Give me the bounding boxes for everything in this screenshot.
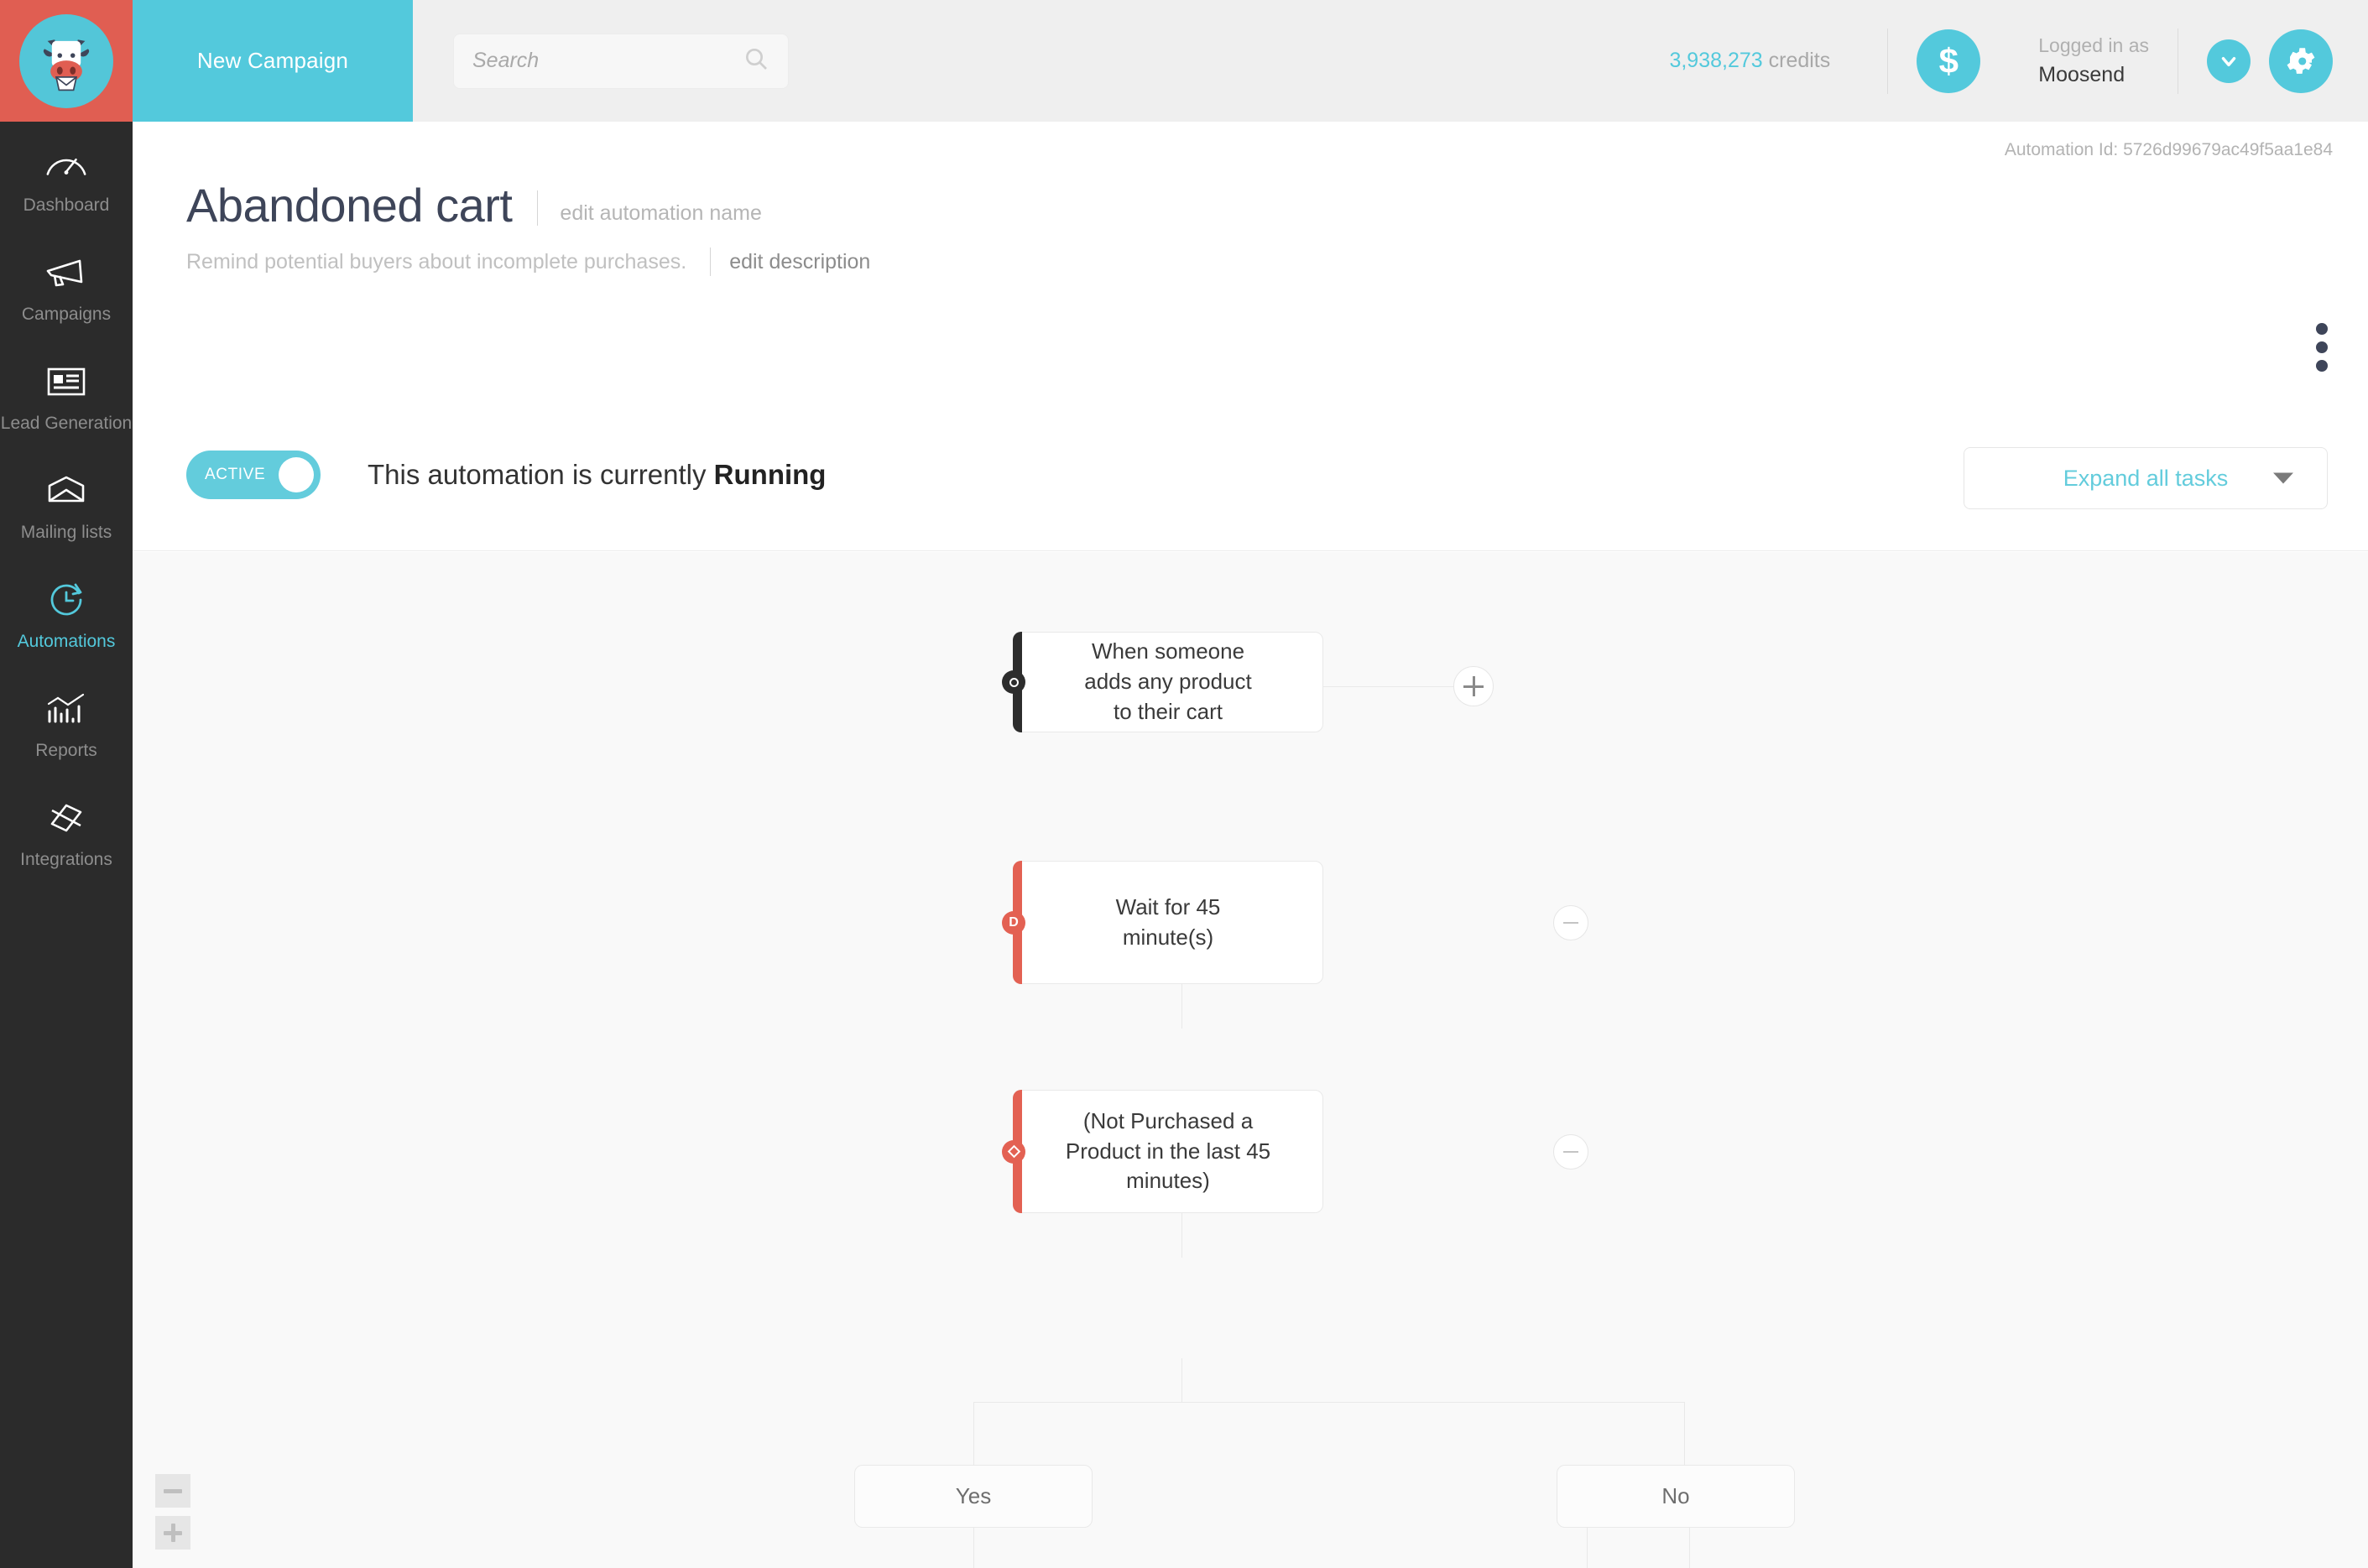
dollar-icon[interactable]: $	[1917, 29, 1981, 93]
connector	[1684, 1402, 1685, 1465]
page-description: Remind potential buyers about incomplete…	[186, 249, 687, 273]
sidebar-item-label: Reports	[35, 741, 97, 760]
connector	[973, 1402, 974, 1465]
clock-arrow-icon	[44, 576, 89, 623]
account-name: Moosend	[2038, 63, 2125, 87]
edit-automation-name-link[interactable]: edit automation name	[560, 201, 761, 229]
more-vertical-icon[interactable]	[2316, 323, 2328, 372]
sidebar-item-dashboard[interactable]: Dashboard	[0, 122, 133, 231]
sidebar-item-mailing-lists[interactable]: Mailing lists	[0, 449, 133, 558]
top-header-bar: New Campaign 3,938,273 credits $ Logged …	[0, 0, 2368, 122]
add-step-button[interactable]	[1453, 666, 1494, 706]
connector	[1323, 686, 1473, 687]
remove-step-button[interactable]	[1553, 1134, 1588, 1169]
sidebar-item-label: Automations	[17, 632, 116, 651]
search-area	[413, 0, 789, 122]
connector	[1181, 1358, 1182, 1402]
main-content: Automation Id: 5726d99679ac49f5aa1e84 Ab…	[133, 122, 2368, 1568]
branch-box-yes[interactable]: Yes	[854, 1465, 1093, 1528]
left-sidebar: Dashboard Campaigns Lead Generation Mail…	[0, 122, 133, 1568]
connector	[973, 1528, 974, 1568]
title-row: Abandoned cart edit automation name	[186, 182, 870, 229]
search-input[interactable]	[472, 49, 724, 73]
page-title: Abandoned cart	[186, 179, 513, 232]
expand-all-tasks-button[interactable]: Expand all tasks	[1964, 447, 2328, 509]
active-toggle-label: ACTIVE	[205, 466, 266, 483]
connector	[1689, 1528, 1690, 1568]
app-logo-tile[interactable]	[0, 0, 133, 122]
connector	[1181, 1213, 1182, 1258]
flow-node-trigger[interactable]: When someone adds any product to their c…	[1002, 632, 1323, 732]
automation-status-bar: ACTIVE This automation is currently Runn…	[133, 400, 2368, 551]
connector	[1181, 984, 1182, 1029]
description-row: Remind potential buyers about incomplete…	[186, 247, 870, 276]
remove-step-button[interactable]	[1553, 905, 1588, 940]
logged-in-block: Logged in as Moosend	[2038, 32, 2149, 91]
active-toggle[interactable]: ACTIVE	[186, 451, 321, 499]
search-box[interactable]	[453, 33, 789, 89]
canvas-zoom-controls	[155, 1474, 190, 1558]
trigger-badge-circle-icon	[1002, 670, 1025, 694]
bar-chart-icon	[44, 685, 88, 732]
connector	[1587, 1528, 1588, 1568]
moosend-cow-logo-icon	[19, 13, 113, 108]
new-campaign-label: New Campaign	[196, 48, 349, 73]
credits-suffix: credits	[1762, 49, 1831, 72]
sidebar-item-reports[interactable]: Reports	[0, 667, 133, 776]
sidebar-item-label: Integrations	[20, 850, 112, 869]
flow-node-label: (Not Purchased a Product in the last 45 …	[1065, 1107, 1271, 1194]
chevron-down-icon[interactable]	[2207, 39, 2251, 83]
speedometer-icon	[44, 140, 89, 187]
header-right-cluster: 3,938,273 credits $ Logged in as Moosend	[1669, 0, 2368, 122]
header-divider-1	[1887, 28, 1889, 94]
sidebar-item-label: Lead Generation	[0, 414, 133, 433]
title-divider	[537, 190, 539, 226]
credits-display: 3,938,273 credits	[1669, 49, 1830, 73]
zoom-in-button[interactable]	[155, 1516, 190, 1550]
logged-in-label: Logged in as	[2038, 34, 2149, 56]
minus-icon	[1563, 1151, 1578, 1153]
new-campaign-button[interactable]: New Campaign	[133, 0, 413, 122]
description-divider	[710, 247, 712, 276]
expand-all-tasks-label: Expand all tasks	[2063, 465, 2229, 491]
form-icon	[45, 358, 87, 405]
connector	[973, 1402, 1685, 1403]
sidebar-item-integrations[interactable]: Integrations	[0, 776, 133, 885]
automation-id-label: Automation Id: 5726d99679ac49f5aa1e84	[2004, 140, 2333, 159]
automation-flow-canvas[interactable]: When someone adds any product to their c…	[133, 552, 2368, 1568]
status-message-state: Running	[713, 459, 827, 490]
caret-down-icon	[2273, 472, 2293, 484]
zoom-out-button[interactable]	[155, 1474, 190, 1508]
branch-label: No	[1661, 1483, 1690, 1508]
page-header: Abandoned cart edit automation name Remi…	[186, 182, 870, 276]
sidebar-item-campaigns[interactable]: Campaigns	[0, 231, 133, 340]
sidebar-item-label: Dashboard	[23, 195, 110, 215]
sidebar-item-lead-generation[interactable]: Lead Generation	[0, 340, 133, 449]
flow-node-condition[interactable]: (Not Purchased a Product in the last 45 …	[1002, 1090, 1323, 1213]
sidebar-item-label: Mailing lists	[20, 523, 112, 542]
credits-amount: 3,938,273	[1669, 49, 1763, 72]
sidebar-item-automations[interactable]: Automations	[0, 558, 133, 667]
wait-badge-clock-icon: D	[1002, 910, 1025, 935]
flow-node-label: When someone adds any product to their c…	[1084, 638, 1252, 724]
gear-icon[interactable]	[2269, 29, 2333, 93]
status-message: This automation is currently Running	[368, 452, 826, 497]
condition-badge-diamond-icon	[1002, 1139, 1025, 1164]
flow-node-wait[interactable]: D Wait for 45 minute(s)	[1002, 861, 1323, 984]
branch-box-no[interactable]: No	[1557, 1465, 1795, 1528]
megaphone-icon	[43, 249, 90, 296]
minus-icon	[164, 1488, 182, 1493]
branch-label: Yes	[955, 1483, 992, 1508]
flow-node-label: Wait for 45 minute(s)	[1115, 893, 1221, 950]
minus-icon	[1563, 922, 1578, 924]
sidebar-item-label: Campaigns	[21, 305, 112, 324]
envelope-icon	[44, 467, 88, 514]
edit-description-link[interactable]: edit description	[729, 250, 870, 274]
plug-icon	[44, 794, 89, 841]
status-message-prefix: This automation is currently	[368, 459, 714, 490]
toggle-knob	[279, 457, 314, 492]
search-icon[interactable]	[743, 45, 769, 76]
